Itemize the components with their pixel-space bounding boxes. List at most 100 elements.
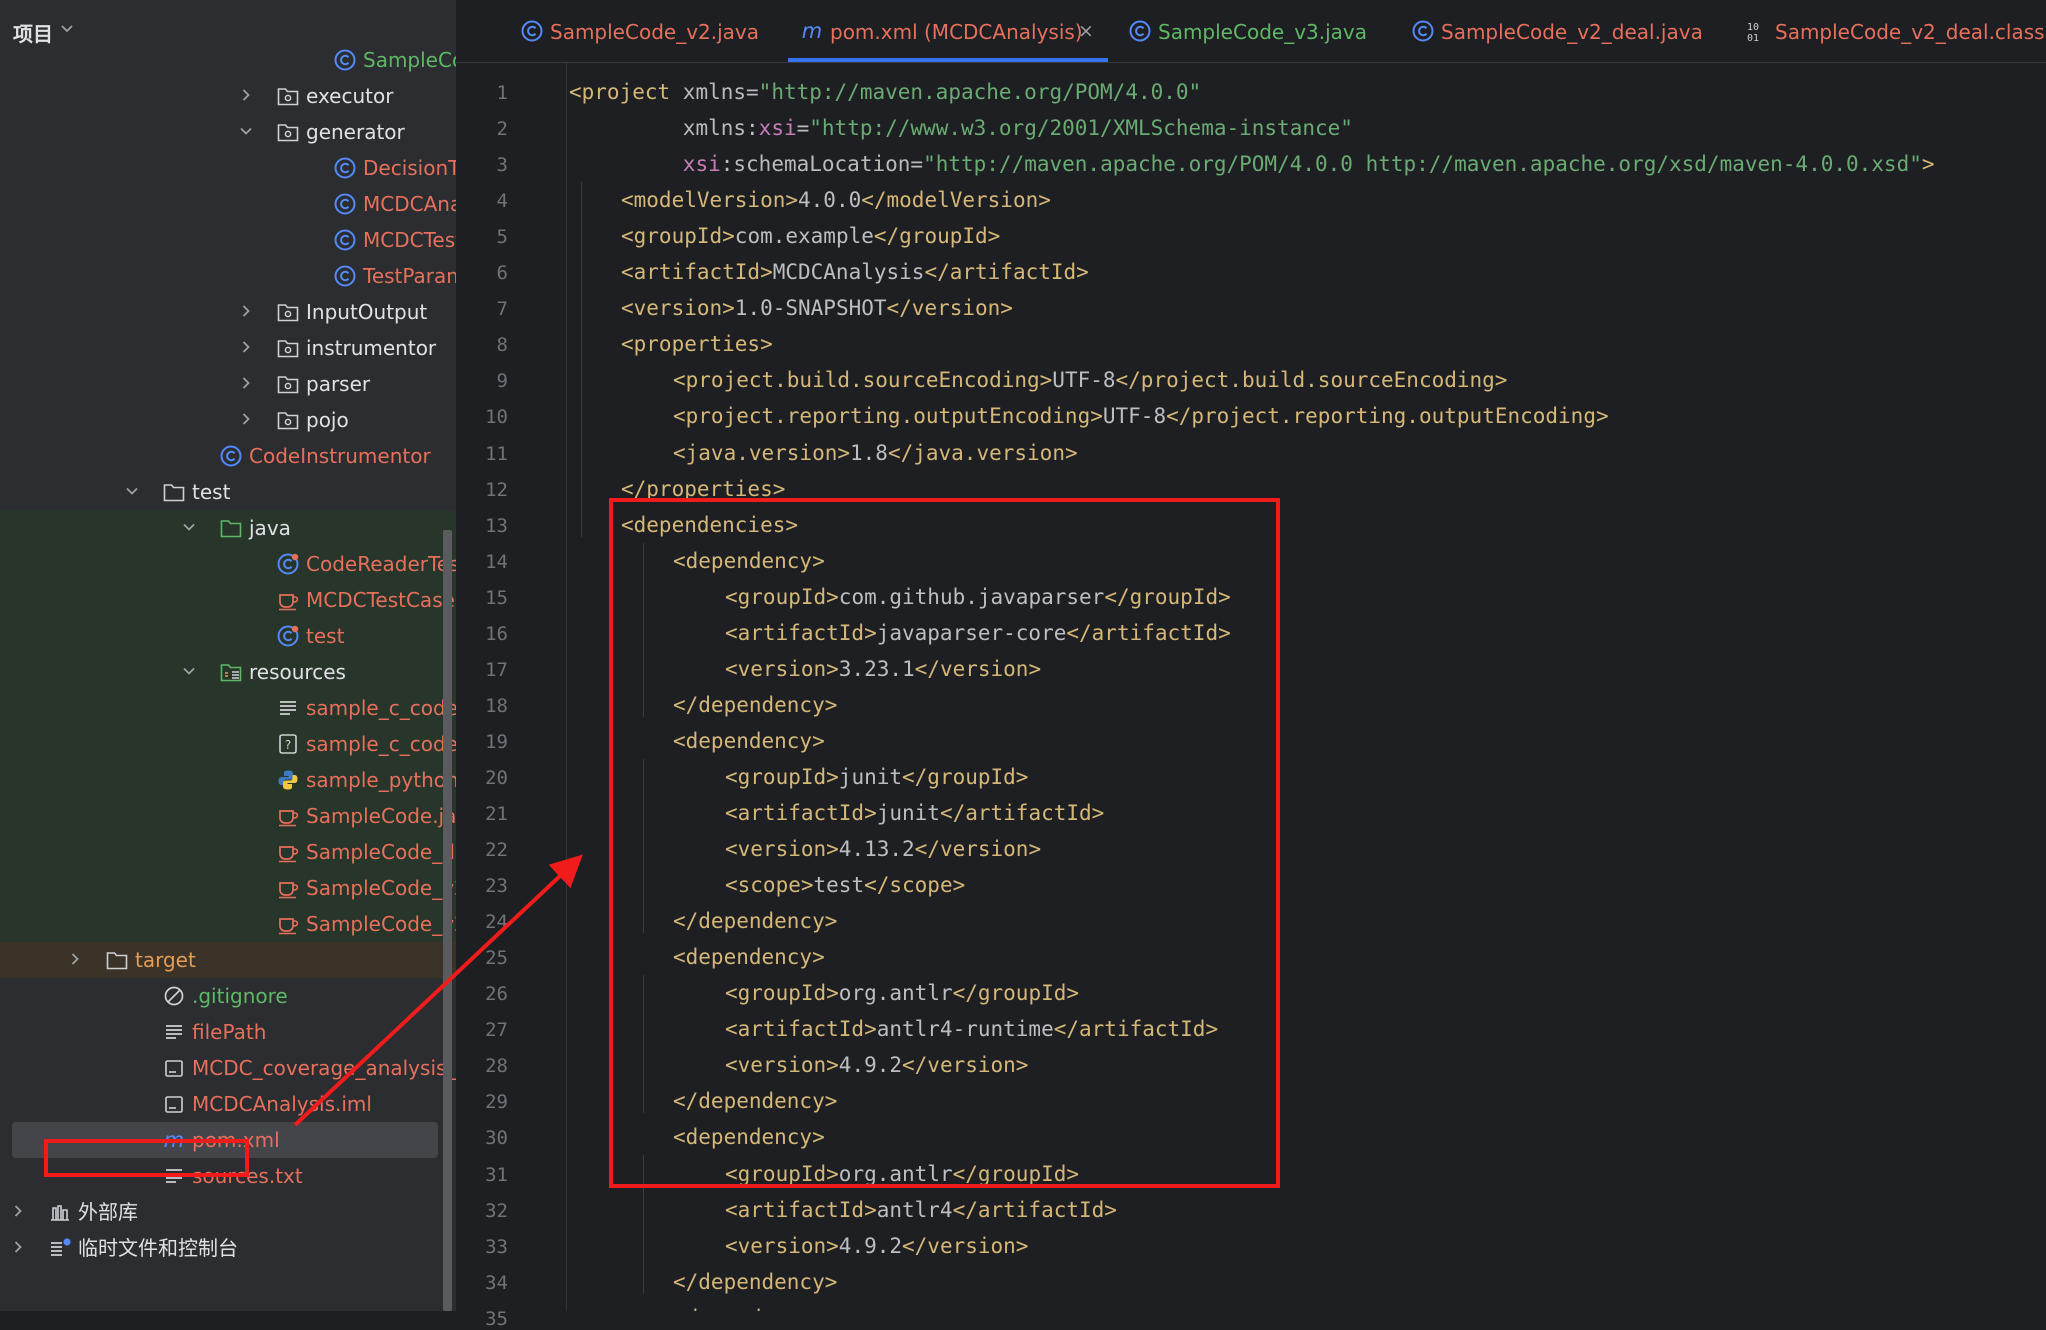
code-token: <java.version> — [673, 440, 851, 465]
editor-tab-bar: SampleCode_v2.java m pom.xml (MCDCAnalysis… — [456, 0, 2046, 63]
sidebar-scrollbar[interactable] — [443, 530, 452, 1311]
code-line: <groupId>com.example</groupId> — [621, 224, 1000, 248]
line-number: 20 — [485, 766, 508, 789]
java-class-icon — [334, 265, 356, 287]
tree-item-parser[interactable]: parser — [0, 366, 456, 402]
code-token: <dependency> — [673, 1306, 825, 1311]
close-icon[interactable]: × — [1078, 20, 1094, 42]
line-number: 28 — [485, 1055, 508, 1078]
tree-item-label: SampleCode_v2.java — [306, 876, 456, 900]
chevron-down-icon[interactable] — [181, 663, 197, 679]
tree-item-label: 外部库 — [78, 1200, 138, 1224]
java-class-icon — [334, 157, 356, 179]
code-token: <artifactId> — [725, 1197, 877, 1222]
line-number: 7 — [496, 298, 508, 321]
tree-item-mcdcanalyzer[interactable]: MCDCAnalyzer — [0, 186, 456, 222]
tree-item-label: executor — [306, 84, 394, 108]
line-number: 23 — [485, 875, 508, 898]
tree-item-test[interactable]: test — [0, 474, 456, 510]
tree-item-sample-python-code-deal-py[interactable]: sample_python_code_deal.py — [0, 762, 456, 798]
package-icon — [277, 88, 299, 106]
tree-item-mcdctestcasegeneratortest[interactable]: MCDCTestCaseGeneratorTest — [0, 582, 456, 618]
iml-file-icon — [165, 1060, 183, 1077]
code-token: xsi — [682, 152, 721, 177]
svg-text:01: 01 — [1747, 33, 1759, 43]
tree-item-label: filePath — [192, 1020, 267, 1044]
tree-item-filepath[interactable]: filePath — [0, 1014, 456, 1050]
code-token: = — [746, 80, 759, 104]
binary-class-icon: 1001 — [1747, 22, 1759, 43]
code-token: </groupId> — [873, 224, 1001, 249]
chevron-down-icon[interactable] — [238, 123, 254, 139]
chevron-right-icon[interactable] — [10, 1239, 26, 1255]
indent-guide — [581, 182, 582, 537]
code-token: "http://maven.apache.org/POM/4.0.0" — [758, 80, 1202, 104]
code-line: </dependency> — [673, 1270, 837, 1294]
chevron-down-icon[interactable] — [124, 483, 140, 499]
tree-item-gitignore[interactable]: .gitignore — [0, 978, 456, 1014]
chevron-right-icon[interactable] — [238, 339, 254, 355]
tree-item-label: test — [192, 480, 231, 504]
line-number: 14 — [485, 550, 508, 573]
line-number: 26 — [485, 983, 508, 1006]
chevron-right-icon[interactable] — [238, 87, 254, 103]
tree-item-samplecode-deal-java[interactable]: SampleCode_deal.java — [0, 834, 456, 870]
tree-item-label: resources — [249, 660, 346, 684]
chevron-right-icon[interactable] — [238, 411, 254, 427]
tree-item-test[interactable]: test — [0, 618, 456, 654]
tree-item-samplecode-v2-java[interactable]: SampleCode_v2.java — [0, 870, 456, 906]
code-token: <project.build.sourceEncoding> — [673, 368, 1053, 393]
java-file-icon — [279, 810, 299, 827]
line-number: 24 — [485, 911, 508, 934]
tree-item-samplecode-v2-deal-java[interactable]: SampleCode_v2_deal.java — [0, 906, 456, 942]
tree-item-resources[interactable]: resources — [0, 654, 456, 690]
tree-item-pojo[interactable]: pojo — [0, 402, 456, 438]
line-number: 34 — [485, 1271, 508, 1294]
code-token: : — [746, 116, 759, 141]
line-number: 33 — [485, 1235, 508, 1258]
tree-item-外部库[interactable]: 外部库 — [0, 1194, 456, 1230]
tree-item-samplecode-v3[interactable]: SampleCode_v3 — [0, 42, 456, 78]
tree-item-sample-c-code-deal-exe[interactable]: ? sample_c_code_deal.exe — [0, 726, 456, 762]
java-class-icon — [521, 20, 543, 42]
tree-item-target[interactable]: target — [0, 942, 456, 978]
chevron-down-icon[interactable] — [181, 519, 197, 535]
chevron-right-icon[interactable] — [67, 951, 83, 967]
tree-item-mcdctestcasegenerator[interactable]: MCDCTestCaseGenerator — [0, 222, 456, 258]
code-line: <properties> — [621, 332, 773, 356]
tree-item-inputoutput[interactable]: InputOutput — [0, 294, 456, 330]
tree-item-instrumentor[interactable]: instrumentor — [0, 330, 456, 366]
unknown-file-icon: ? — [279, 734, 297, 754]
line-number: 2 — [496, 118, 508, 141]
code-token: "http://www.w3.org/2001/XMLSchema-instan… — [809, 116, 1353, 141]
tree-item-java[interactable]: java — [0, 510, 456, 546]
tree-item-label: pojo — [306, 408, 349, 432]
tree-item-executor[interactable]: executor — [0, 78, 456, 114]
java-file-icon — [279, 882, 299, 899]
maven-icon: m — [802, 19, 822, 43]
tree-item-sample-c-code-deal-c[interactable]: sample_c_code_deal.c — [0, 690, 456, 726]
tree-item-label: SampleCode_deal.java — [306, 840, 456, 864]
chevron-right-icon[interactable] — [10, 1203, 26, 1219]
pom-xml-highlight-box — [44, 1139, 249, 1177]
tree-item-codereadertest[interactable]: CodeReaderTest — [0, 546, 456, 582]
iml-file-icon — [165, 1096, 183, 1113]
tab-label: SampleCode_v2_deal.java — [1441, 20, 1703, 44]
tree-item-codeinstrumentor[interactable]: CodeInstrumentor — [0, 438, 456, 474]
java-class-icon — [334, 49, 356, 71]
chevron-right-icon[interactable] — [238, 303, 254, 319]
chevron-down-icon[interactable] — [60, 22, 74, 36]
tree-item-mcdc-coverage-analysis-system-iml[interactable]: MCDC_coverage_analysis_system.iml — [0, 1050, 456, 1086]
tree-item-testparametergenerator[interactable]: TestParameterGenerator — [0, 258, 456, 294]
tree-item-临时文件和控制台[interactable]: 临时文件和控制台 — [0, 1230, 456, 1266]
tree-item-decisiontreegenerator[interactable]: DecisionTreeGenerator — [0, 150, 456, 186]
code-token: > — [1921, 152, 1935, 177]
chevron-right-icon[interactable] — [238, 375, 254, 391]
tree-item-samplecode-java[interactable]: SampleCode.java — [0, 798, 456, 834]
line-number: 13 — [485, 514, 508, 537]
code-line: </properties> — [621, 477, 785, 501]
code-token: xsi — [758, 116, 797, 141]
tree-item-generator[interactable]: generator — [0, 114, 456, 150]
tree-item-mcdcanalysis-iml[interactable]: MCDCAnalysis.iml — [0, 1086, 456, 1122]
